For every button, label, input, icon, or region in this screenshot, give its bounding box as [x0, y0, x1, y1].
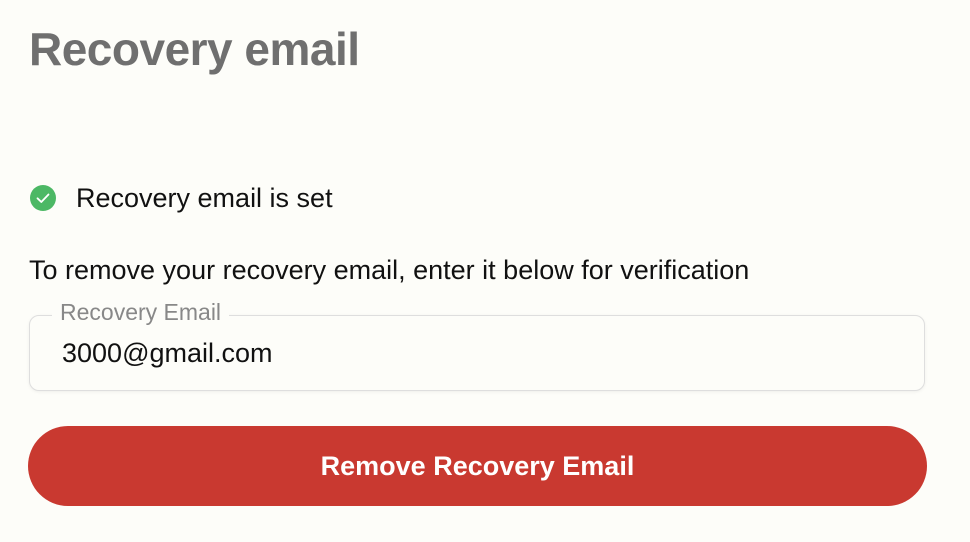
recovery-email-field[interactable]: Recovery Email	[29, 298, 925, 391]
check-circle-icon	[30, 185, 56, 211]
page-title: Recovery email	[29, 23, 360, 75]
recovery-email-input[interactable]	[62, 337, 882, 369]
status-row: Recovery email is set	[30, 183, 333, 213]
remove-recovery-email-button[interactable]: Remove Recovery Email	[28, 426, 927, 506]
recovery-email-label: Recovery Email	[52, 298, 230, 326]
status-text: Recovery email is set	[76, 182, 333, 213]
instruction-text: To remove your recovery email, enter it …	[29, 255, 750, 285]
